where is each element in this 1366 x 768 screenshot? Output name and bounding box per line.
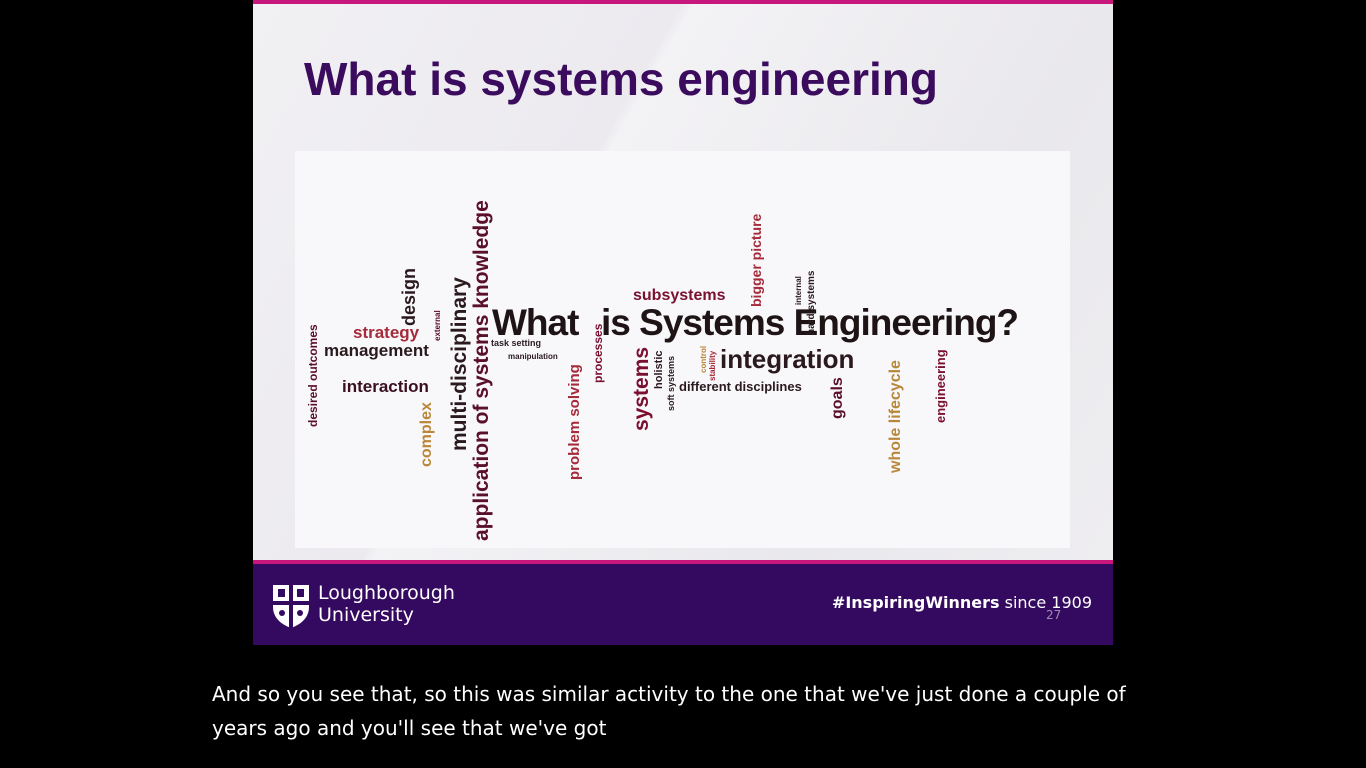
- slide-page-number: 27: [1046, 608, 1062, 622]
- caption-line-2: years ago and you'll see that we've got: [212, 716, 607, 740]
- subtitle-caption: And so you see that, so this was similar…: [212, 677, 1162, 745]
- cloud-word-interaction: interaction: [342, 377, 429, 396]
- cloud-word-engineering: engineering: [933, 349, 948, 423]
- caption-line-1: And so you see that, so this was similar…: [212, 682, 1126, 706]
- cloud-word-integration: integration: [720, 344, 855, 374]
- cloud-word-soft-systems: soft systems: [666, 355, 676, 411]
- cloud-word-desired-outcomes: desired outcomes: [306, 324, 320, 427]
- slide-footer: Loughborough University #InspiringWinner…: [253, 564, 1113, 645]
- cloud-word-holistic: holistic: [653, 350, 665, 389]
- cloud-word-design: design: [399, 267, 419, 326]
- hashtag-text: #InspiringWinners: [831, 593, 1000, 612]
- cloud-word-goals: goals: [829, 377, 846, 419]
- cloud-word-systems: systems: [630, 346, 653, 431]
- cloud-word-manipulation: manipulation: [508, 352, 558, 361]
- video-frame: What is systems engineering What is Syst…: [0, 0, 1366, 768]
- cloud-word-hard-systems: hard systems: [806, 270, 817, 335]
- cloud-word-processes: processes: [591, 323, 605, 383]
- cloud-word-what: What: [492, 302, 579, 343]
- cloud-word-strategy: strategy: [353, 323, 420, 342]
- cloud-word-whole-lifecycle: whole lifecycle: [887, 360, 904, 473]
- university-name: Loughborough University: [318, 582, 455, 626]
- cloud-word-management: management: [324, 341, 429, 360]
- university-name-line2: University: [318, 604, 414, 626]
- cloud-word-stability: stability: [708, 350, 717, 381]
- cloud-word-internal: internal: [794, 276, 803, 305]
- cloud-word-external: external: [433, 310, 442, 341]
- university-crest-icon: [273, 585, 309, 628]
- cloud-word-bigger-picture: bigger picture: [748, 213, 764, 307]
- cloud-word-multi-disciplinary: multi-disciplinary: [448, 277, 471, 451]
- cloud-word-control: control: [699, 345, 708, 373]
- slide-title: What is systems engineering: [304, 53, 938, 105]
- university-name-line1: Loughborough: [318, 582, 455, 604]
- cloud-word-problem-solving: problem solving: [566, 364, 583, 480]
- cloud-word-subsystems: subsystems: [633, 287, 726, 304]
- slide-top-accent-bar: [253, 0, 1113, 4]
- presentation-slide: What is systems engineering What is Syst…: [253, 0, 1113, 645]
- cloud-word-task-setting: task setting: [491, 338, 542, 348]
- cloud-word-different-disciplines: different disciplines: [679, 379, 802, 394]
- cloud-word-application: application of systems knowledge: [470, 200, 493, 541]
- word-cloud-image: What is Systems Engineering? subsystems …: [295, 151, 1070, 548]
- cloud-word-complex: complex: [418, 402, 435, 467]
